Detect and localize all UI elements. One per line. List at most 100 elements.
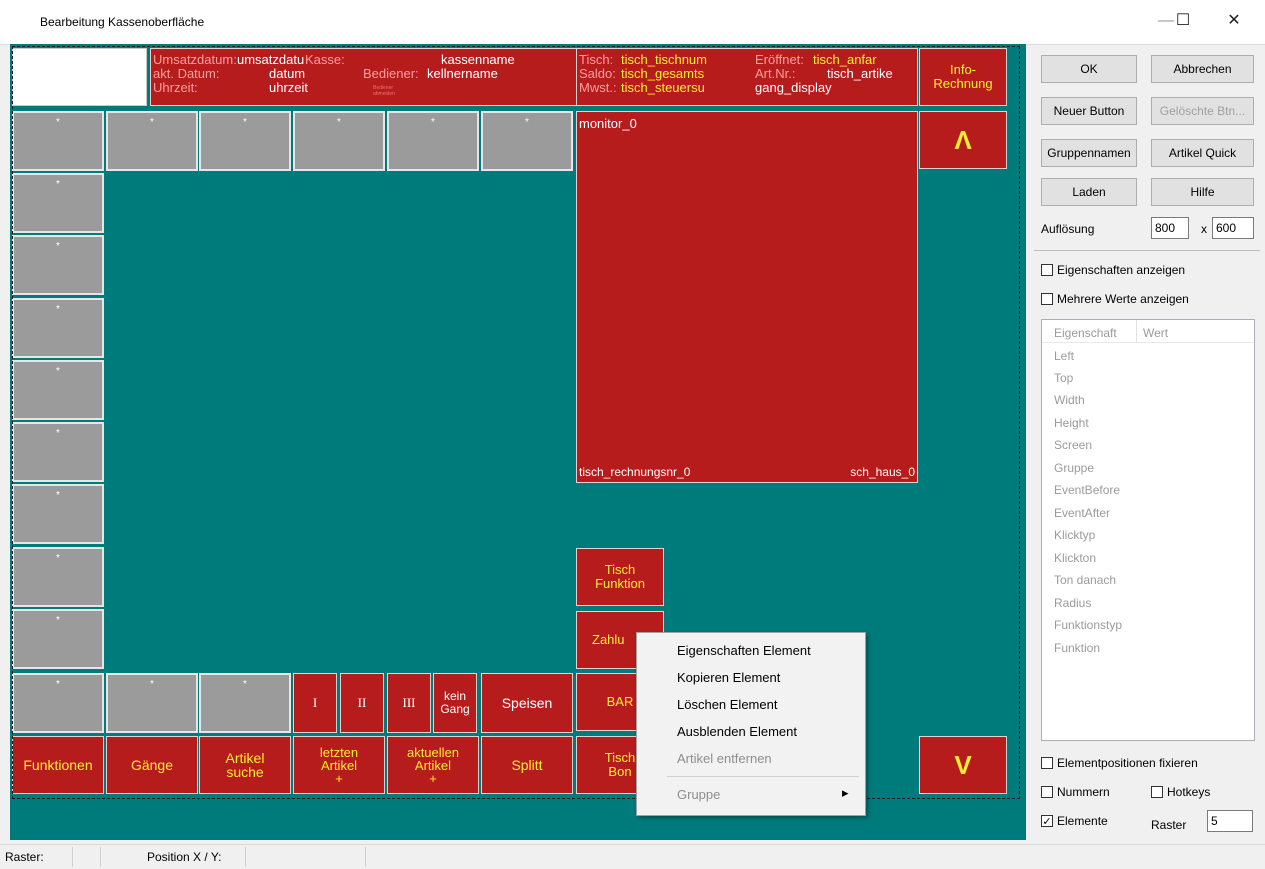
prop-radius[interactable]: Radius: [1054, 596, 1091, 610]
resolution-height-input[interactable]: 600: [1212, 217, 1254, 239]
menu-item-gruppe[interactable]: Gruppe: [677, 787, 720, 802]
group-button-1[interactable]: *: [12, 111, 104, 171]
group-button-left-2[interactable]: *: [12, 235, 104, 295]
group-button-left-4[interactable]: *: [12, 360, 104, 420]
prop-gruppe[interactable]: Gruppe: [1054, 461, 1094, 475]
artikel-suche-button[interactable]: Artikel suche: [199, 736, 291, 794]
group-button-bottom-3[interactable]: *: [199, 673, 291, 733]
group-button-bottom-2[interactable]: *: [106, 673, 198, 733]
col-eigenschaft[interactable]: Eigenschaft: [1054, 326, 1117, 340]
group-button-left-8[interactable]: *: [12, 609, 104, 669]
checkbox-box[interactable]: [1041, 757, 1053, 769]
prop-klickton[interactable]: Klickton: [1054, 551, 1096, 565]
gaenge-button[interactable]: Gänge: [106, 736, 198, 794]
mehrere-werte-checkbox[interactable]: Mehrere Werte anzeigen: [1041, 292, 1189, 306]
close-button[interactable]: ✕: [1214, 8, 1254, 34]
ok-button[interactable]: OK: [1041, 55, 1137, 83]
prop-eventafter[interactable]: EventAfter: [1054, 506, 1110, 520]
abbrechen-button[interactable]: Abbrechen: [1151, 55, 1254, 83]
prop-funktionstyp[interactable]: Funktionstyp: [1054, 618, 1122, 632]
prop-width[interactable]: Width: [1054, 393, 1085, 407]
kein-gang-button[interactable]: kein Gang: [433, 673, 477, 733]
aktuellen-artikel-button[interactable]: aktuellen Artikel +: [387, 736, 479, 794]
col-divider: [1136, 320, 1137, 342]
check-icon[interactable]: ✓: [1041, 815, 1053, 828]
group-button-3[interactable]: *: [199, 111, 291, 171]
kasse-value: kassenname: [441, 52, 515, 67]
col-wert[interactable]: Wert: [1143, 326, 1168, 340]
logo-box[interactable]: [12, 48, 147, 106]
speisen-button[interactable]: Speisen: [481, 673, 573, 733]
checkbox-label: Nummern: [1057, 785, 1110, 799]
group-button-left-1[interactable]: *: [12, 173, 104, 233]
group-button-5[interactable]: *: [387, 111, 479, 171]
maximize-button[interactable]: ☐: [1163, 8, 1203, 34]
submenu-arrow-icon: ▸: [842, 785, 849, 800]
group-button-left-3[interactable]: *: [12, 298, 104, 358]
menu-item-loeschen[interactable]: Löschen Element: [677, 697, 777, 712]
info-rechnung-button[interactable]: Info- Rechnung: [919, 48, 1007, 106]
prop-top[interactable]: Top: [1054, 371, 1073, 385]
artnr-value: tisch_artike: [827, 67, 893, 81]
raster-input[interactable]: 5: [1207, 810, 1253, 832]
prop-height[interactable]: Height: [1054, 416, 1089, 430]
eigenschaften-anzeigen-checkbox[interactable]: Eigenschaften anzeigen: [1041, 263, 1185, 277]
prop-klicktyp[interactable]: Klicktyp: [1054, 528, 1095, 542]
artikel-quick-button[interactable]: Artikel Quick: [1151, 139, 1254, 167]
resolution-width-input[interactable]: 800: [1151, 217, 1189, 239]
letzten-artikel-button[interactable]: letzten Artikel +: [293, 736, 385, 794]
eroeffnet-value: tisch_anfar: [813, 53, 877, 67]
funktionen-button[interactable]: Funktionen: [12, 736, 104, 794]
group-button-left-7[interactable]: *: [12, 547, 104, 607]
group-button-bottom-1[interactable]: *: [12, 673, 104, 733]
prop-funktion[interactable]: Funktion: [1054, 641, 1100, 655]
hotkeys-checkbox[interactable]: Hotkeys: [1151, 785, 1210, 799]
tisch-funktion-button[interactable]: Tisch Funktion: [576, 548, 664, 606]
checkbox-box[interactable]: [1041, 264, 1053, 276]
menu-item-ausblenden[interactable]: Ausblenden Element: [677, 724, 797, 739]
prop-ton-danach[interactable]: Ton danach: [1054, 573, 1116, 587]
prop-screen[interactable]: Screen: [1054, 438, 1092, 452]
scroll-up-button[interactable]: Λ: [919, 111, 1007, 169]
group-button-6[interactable]: *: [481, 111, 573, 171]
splitt-button[interactable]: Splitt: [481, 736, 573, 794]
menu-item-artikel-entfernen: Artikel entfernen: [677, 751, 772, 766]
checkbox-box[interactable]: [1151, 786, 1163, 798]
group-button-2[interactable]: *: [106, 111, 198, 171]
checkbox-box[interactable]: [1041, 293, 1053, 305]
neuer-button-button[interactable]: Neuer Button: [1041, 97, 1137, 125]
prop-eventbefore[interactable]: EventBefore: [1054, 483, 1120, 497]
gang-2-button[interactable]: II: [340, 673, 384, 733]
laden-button[interactable]: Laden: [1041, 178, 1137, 206]
register-canvas[interactable]: Umsatzdatum: umsatzdatu akt. Datum: datu…: [10, 44, 1026, 840]
scroll-down-button[interactable]: V: [919, 736, 1007, 794]
group-button-left-5[interactable]: *: [12, 422, 104, 482]
checkbox-label: Eigenschaften anzeigen: [1057, 263, 1186, 277]
header-info-left[interactable]: Umsatzdatum: umsatzdatu akt. Datum: datu…: [150, 48, 578, 106]
nummern-checkbox[interactable]: Nummern: [1041, 785, 1110, 799]
gruppennamen-button[interactable]: Gruppennamen: [1041, 139, 1137, 167]
elementpositionen-checkbox[interactable]: Elementpositionen fixieren: [1041, 756, 1198, 770]
saldo-value: tisch_gesamts: [621, 67, 705, 81]
checkbox-box[interactable]: [1041, 786, 1053, 798]
menu-item-eigenschaften[interactable]: Eigenschaften Element: [677, 643, 811, 658]
mwst-value: tisch_steuersu: [621, 81, 705, 95]
menu-item-kopieren[interactable]: Kopieren Element: [677, 670, 780, 685]
kasse-label: Kasse:: [305, 52, 345, 67]
monitor-panel[interactable]: monitor_0 tisch_rechnungsnr_0 sch_haus_0: [576, 111, 918, 483]
haus-label: sch_haus_0: [850, 465, 915, 479]
property-list[interactable]: Eigenschaft Wert Left Top Width Height S…: [1041, 319, 1255, 741]
gang-1-button[interactable]: I: [293, 673, 337, 733]
gang-display: gang_display: [755, 80, 832, 95]
logout-mini-label[interactable]: Bediener abmelden: [373, 85, 403, 97]
tisch-label: Tisch:: [579, 52, 614, 67]
elemente-checkbox[interactable]: ✓ Elemente: [1041, 814, 1108, 828]
gang-3-button[interactable]: III: [387, 673, 431, 733]
header-info-right[interactable]: Tisch: tisch_tischnum Saldo: tisch_gesam…: [576, 48, 918, 106]
group-button-left-6[interactable]: *: [12, 484, 104, 544]
group-button-4[interactable]: *: [293, 111, 385, 171]
mwst-label: Mwst.:: [579, 80, 617, 95]
hilfe-button[interactable]: Hilfe: [1151, 178, 1254, 206]
prop-left[interactable]: Left: [1054, 349, 1074, 363]
context-menu: Eigenschaften Element Kopieren Element L…: [636, 632, 866, 816]
